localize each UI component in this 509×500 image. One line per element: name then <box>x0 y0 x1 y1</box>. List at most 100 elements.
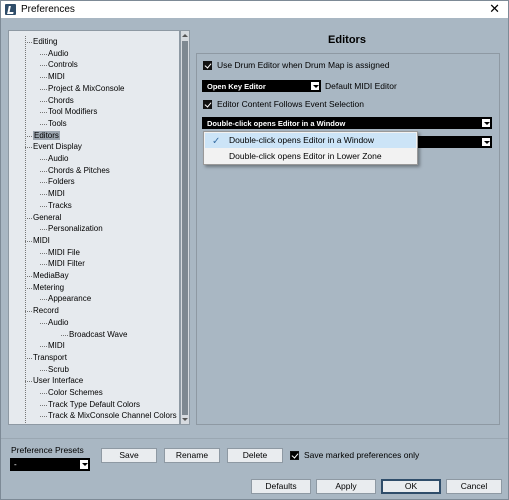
tree-connector <box>40 88 47 90</box>
tree-item[interactable]: Personalization <box>48 223 103 234</box>
use-drum-editor-checkbox[interactable] <box>203 61 212 70</box>
tree-connector <box>40 112 47 114</box>
presets-value: - <box>14 460 17 469</box>
tree-item[interactable]: Audio <box>48 153 68 164</box>
tree-item[interactable]: Metering <box>33 282 64 293</box>
doubleclick-select[interactable]: Double-click opens Editor in a Window <box>202 117 492 129</box>
title-bar: Preferences ✕ <box>1 1 508 18</box>
tree-connector <box>25 311 32 313</box>
close-icon[interactable]: ✕ <box>489 2 500 16</box>
tree-item[interactable]: MIDI <box>48 188 65 199</box>
tree-item[interactable]: Tools <box>48 118 67 129</box>
page-title: Editors <box>328 34 366 46</box>
default-midi-editor-value: Open Key Editor <box>207 82 266 91</box>
scroll-up-icon[interactable] <box>181 31 189 40</box>
menu-item-label: Double-click opens Editor in a Window <box>229 135 375 145</box>
delete-button[interactable]: Delete <box>227 448 283 463</box>
tree-item-label: Record <box>33 306 59 316</box>
tree-item-label: Appearance <box>48 294 92 304</box>
tree-item[interactable]: Audio <box>48 317 68 328</box>
tree-connector <box>40 123 47 125</box>
tree-item-label: Scrub <box>48 364 69 374</box>
tree-item-label: MIDI <box>48 341 65 351</box>
tree-item-label: Event Display <box>33 142 82 152</box>
tree-item-label: MIDI Filter <box>48 259 85 269</box>
tree-connector <box>40 264 47 266</box>
tree-item[interactable]: Color Schemes <box>48 387 103 398</box>
default-midi-editor-label: Default MIDI Editor <box>325 81 397 91</box>
tree-item-label: Audio <box>48 154 69 163</box>
rename-button[interactable]: Rename <box>164 448 220 463</box>
doubleclick-dropdown-menu: ✓ Double-click opens Editor in a Window … <box>203 131 418 165</box>
tree-item[interactable]: MediaBay <box>33 270 69 281</box>
tree-item[interactable]: General <box>33 212 61 223</box>
save-button[interactable]: Save <box>101 448 157 463</box>
tree-item[interactable]: Editors <box>33 130 60 141</box>
tree-item[interactable]: Track & MixConsole Channel Colors <box>48 410 177 421</box>
default-midi-editor-select[interactable]: Open Key Editor <box>202 80 321 92</box>
menu-item-window[interactable]: ✓ Double-click opens Editor in a Window <box>205 133 416 148</box>
tree-item[interactable]: MIDI <box>48 340 65 351</box>
doubleclick-value: Double-click opens Editor in a Window <box>207 119 346 128</box>
scroll-thumb[interactable] <box>182 41 188 415</box>
presets-select[interactable]: - <box>10 458 90 471</box>
scroll-down-icon[interactable] <box>181 415 189 424</box>
tree-item[interactable]: MIDI File <box>48 247 80 258</box>
tree-item[interactable]: Scrub <box>48 364 69 375</box>
tree-item-label: Color Schemes <box>48 388 103 397</box>
tree-item[interactable]: MIDI Filter <box>48 258 85 269</box>
tree-item[interactable]: Folders <box>48 176 75 187</box>
tree-item[interactable]: Chords <box>48 95 74 106</box>
tree-item-label: MIDI <box>48 189 65 199</box>
tree-item[interactable]: Project & MixConsole <box>48 83 124 94</box>
preferences-tree[interactable]: Editing Audio Controls MIDI Project & MixCon… <box>8 30 180 425</box>
hidden-select[interactable] <box>412 136 492 148</box>
tree-connector <box>40 299 47 301</box>
apply-button[interactable]: Apply <box>316 479 376 494</box>
ok-button[interactable]: OK <box>381 479 441 494</box>
tree-connector <box>40 369 47 371</box>
presets-label: Preference Presets <box>11 445 84 455</box>
content-follows-checkbox[interactable] <box>203 100 212 109</box>
tree-item-label: Tool Modifiers <box>48 107 98 117</box>
tree-item[interactable]: Event Display <box>33 141 82 152</box>
chevron-down-icon <box>481 137 491 147</box>
tree-item[interactable]: User Interface <box>33 375 83 386</box>
tree-item[interactable]: Tool Modifiers <box>48 106 97 117</box>
tree-item-label: Editors <box>33 130 60 140</box>
save-marked-only-checkbox[interactable] <box>290 451 299 460</box>
chevron-down-icon <box>481 118 491 128</box>
tree-item-label: Project & MixConsole <box>48 83 125 93</box>
tree-item[interactable]: MIDI <box>48 71 65 82</box>
menu-item-lower-zone[interactable]: Double-click opens Editor in Lower Zone <box>205 149 416 164</box>
tree-item[interactable]: Appearance <box>48 293 91 304</box>
tree-item-label: Controls <box>48 60 78 70</box>
preferences-window: Preferences ✕ Editing Audio Controls MIDI Pr… <box>0 0 509 500</box>
tree-item[interactable]: Tracks <box>48 200 72 211</box>
tree-connector <box>25 217 32 219</box>
cancel-button[interactable]: Cancel <box>446 479 502 494</box>
footer-divider <box>1 438 508 439</box>
tree-item[interactable]: Broadcast Wave <box>69 329 127 340</box>
cubase-logo-icon <box>5 4 16 15</box>
chevron-down-icon <box>310 81 320 91</box>
tree-item[interactable]: Editing <box>33 36 57 47</box>
tree-scrollbar[interactable] <box>180 30 190 425</box>
tree-item[interactable]: Track Type Default Colors <box>48 399 140 410</box>
tree-item-label: Chords <box>48 95 74 105</box>
tree-item[interactable]: Controls <box>48 59 78 70</box>
tree-item[interactable]: Chords & Pitches <box>48 165 110 176</box>
tree-connector <box>40 346 47 348</box>
defaults-button[interactable]: Defaults <box>251 479 311 494</box>
use-drum-editor-label: Use Drum Editor when Drum Map is assigne… <box>217 60 390 70</box>
tree-item-label: General <box>33 212 62 222</box>
checkmark-icon: ✓ <box>212 136 221 147</box>
tree-item[interactable]: MIDI <box>33 235 50 246</box>
tree-item[interactable]: Audio <box>48 48 68 59</box>
tree-connector <box>25 357 32 359</box>
tree-item[interactable]: VST <box>33 422 49 424</box>
tree-item[interactable]: Record <box>33 305 59 316</box>
tree-item-label: Editing <box>33 37 58 46</box>
tree-item-label: Audio <box>48 48 69 58</box>
tree-item[interactable]: Transport <box>33 352 67 363</box>
